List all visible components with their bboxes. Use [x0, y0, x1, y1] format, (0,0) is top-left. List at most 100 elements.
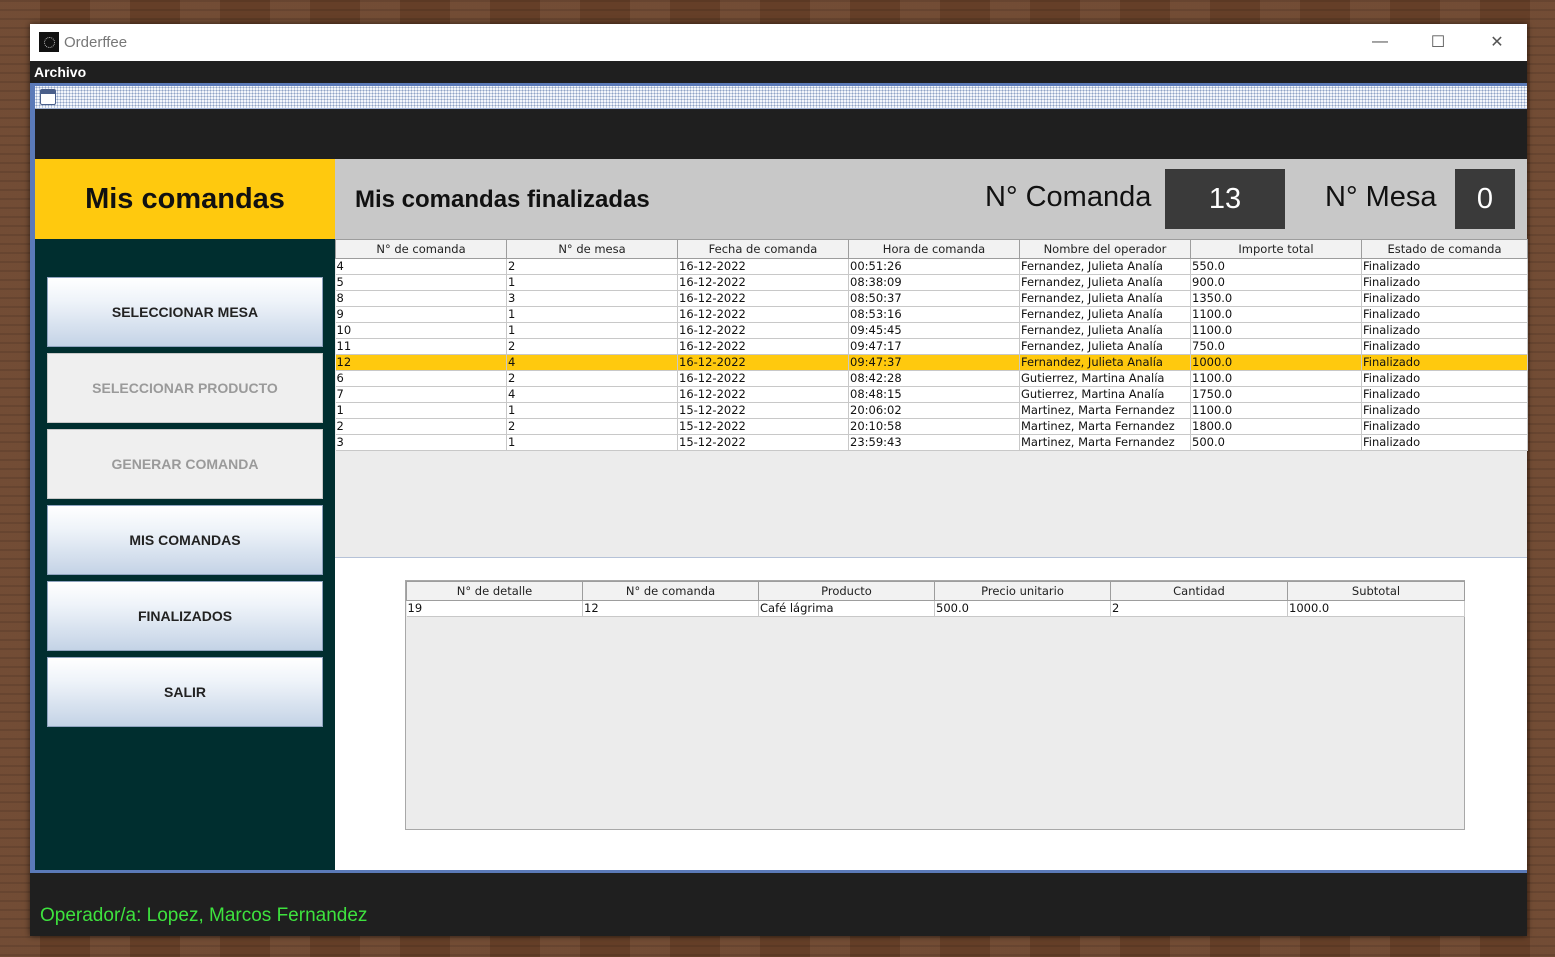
table-row[interactable]: 10 1 16-12-2022 09:45:45 Fernandez, Julieta … — [335, 322, 1528, 339]
select-table-button[interactable]: SELECCIONAR MESA — [47, 277, 323, 347]
table-cell[interactable]: 1 — [506, 274, 678, 291]
table-row[interactable]: 1 1 15-12-2022 20:06:02 Martinez, Marta Fern… — [335, 402, 1528, 419]
table-cell[interactable]: 3 — [335, 434, 507, 451]
table-cell[interactable]: 12 — [335, 354, 507, 371]
my-orders-button[interactable]: MIS COMANDAS — [47, 505, 323, 575]
table-cell[interactable]: 19 — [406, 600, 583, 617]
table-cell[interactable]: 08:38:09 — [848, 274, 1020, 291]
table-cell[interactable]: 08:53:16 — [848, 306, 1020, 323]
table-cell[interactable]: 1100.0 — [1190, 306, 1362, 323]
table-cell[interactable]: 1 — [506, 306, 678, 323]
table-cell[interactable]: 3 — [506, 290, 678, 307]
table-cell[interactable]: 550.0 — [1190, 258, 1362, 275]
details-column-header[interactable]: Cantidad — [1110, 581, 1288, 601]
table-cell[interactable]: Fernandez, Julieta Analía — [1019, 322, 1191, 339]
table-cell[interactable]: 1 — [506, 434, 678, 451]
table-cell[interactable]: 16-12-2022 — [677, 322, 849, 339]
table-cell[interactable]: 2 — [506, 338, 678, 355]
table-cell[interactable]: 23:59:43 — [848, 434, 1020, 451]
orders-column-header[interactable]: N° de comanda — [335, 239, 507, 259]
table-cell[interactable]: Fernandez, Julieta Analía — [1019, 290, 1191, 307]
details-column-header[interactable]: Producto — [758, 581, 935, 601]
orders-column-header[interactable]: Importe total — [1190, 239, 1362, 259]
table-cell[interactable]: 15-12-2022 — [677, 434, 849, 451]
table-row[interactable]: 2 2 15-12-2022 20:10:58 Martinez, Marta Fern… — [335, 418, 1528, 435]
table-row[interactable]: 4 2 16-12-2022 00:51:26 Fernandez, Julieta A… — [335, 258, 1528, 275]
table-cell[interactable]: Finalizado — [1361, 418, 1528, 435]
table-cell[interactable]: 16-12-2022 — [677, 386, 849, 403]
table-cell[interactable]: 1350.0 — [1190, 290, 1362, 307]
table-cell[interactable]: 09:45:45 — [848, 322, 1020, 339]
table-cell[interactable]: Fernandez, Julieta Analía — [1019, 258, 1191, 275]
table-row[interactable]: 11 2 16-12-2022 09:47:17 Fernandez, Julieta … — [335, 338, 1528, 355]
menu-archivo[interactable]: Archivo — [34, 64, 86, 80]
internal-frame-title-bar[interactable] — [35, 86, 1527, 109]
table-row[interactable]: 3 1 15-12-2022 23:59:43 Martinez, Marta Fern… — [335, 434, 1528, 451]
table-cell[interactable]: 1 — [335, 402, 507, 419]
minimize-button[interactable]: — — [1355, 27, 1405, 57]
table-cell[interactable]: 6 — [335, 370, 507, 387]
table-cell[interactable]: 16-12-2022 — [677, 354, 849, 371]
table-cell[interactable]: Finalizado — [1361, 402, 1528, 419]
table-cell[interactable]: 2 — [506, 258, 678, 275]
table-cell[interactable]: 16-12-2022 — [677, 290, 849, 307]
exit-button[interactable]: SALIR — [47, 657, 323, 727]
close-button[interactable]: ✕ — [1472, 27, 1522, 57]
table-row[interactable]: 7 4 16-12-2022 08:48:15 Gutierrez, Martina A… — [335, 386, 1528, 403]
table-cell[interactable]: Finalizado — [1361, 338, 1528, 355]
details-column-header[interactable]: Precio unitario — [934, 581, 1111, 601]
table-cell[interactable]: 500.0 — [1190, 434, 1362, 451]
table-cell[interactable]: 900.0 — [1190, 274, 1362, 291]
table-row[interactable]: 12 4 16-12-2022 09:47:37 Fernandez, Julieta … — [335, 354, 1528, 371]
table-cell[interactable]: Finalizado — [1361, 370, 1528, 387]
table-cell[interactable]: Fernandez, Julieta Analía — [1019, 274, 1191, 291]
table-cell[interactable]: 16-12-2022 — [677, 370, 849, 387]
table-cell[interactable]: 7 — [335, 386, 507, 403]
table-cell[interactable]: 1 — [506, 402, 678, 419]
table-cell[interactable]: 500.0 — [934, 600, 1111, 617]
table-cell[interactable]: Finalizado — [1361, 290, 1528, 307]
table-cell[interactable]: 12 — [582, 600, 759, 617]
orders-column-header[interactable]: Nombre del operador — [1019, 239, 1191, 259]
maximize-button[interactable]: ☐ — [1413, 27, 1463, 57]
details-column-header[interactable]: N° de detalle — [406, 581, 583, 601]
table-cell[interactable]: 2 — [506, 370, 678, 387]
table-cell[interactable]: Martinez, Marta Fernandez — [1019, 418, 1191, 435]
table-cell[interactable]: 8 — [335, 290, 507, 307]
table-cell[interactable]: Fernandez, Julieta Analía — [1019, 354, 1191, 371]
details-column-header[interactable]: Subtotal — [1287, 581, 1465, 601]
table-cell[interactable]: 2 — [335, 418, 507, 435]
table-row[interactable]: 9 1 16-12-2022 08:53:16 Fernandez, Julieta A… — [335, 306, 1528, 323]
table-cell[interactable]: 08:42:28 — [848, 370, 1020, 387]
table-cell[interactable]: 4 — [506, 386, 678, 403]
orders-column-header[interactable]: N° de mesa — [506, 239, 678, 259]
table-row[interactable]: 6 2 16-12-2022 08:42:28 Gutierrez, Martina A… — [335, 370, 1528, 387]
table-cell[interactable]: 2 — [506, 418, 678, 435]
table-cell[interactable]: 11 — [335, 338, 507, 355]
table-cell[interactable]: 16-12-2022 — [677, 338, 849, 355]
table-cell[interactable]: Finalizado — [1361, 354, 1528, 371]
table-cell[interactable]: Finalizado — [1361, 274, 1528, 291]
table-cell[interactable]: 1000.0 — [1190, 354, 1362, 371]
table-cell[interactable]: 15-12-2022 — [677, 402, 849, 419]
table-cell[interactable]: 1 — [506, 322, 678, 339]
table-cell[interactable]: 1100.0 — [1190, 370, 1362, 387]
table-cell[interactable]: 5 — [335, 274, 507, 291]
table-row[interactable]: 8 3 16-12-2022 08:50:37 Fernandez, Julieta A… — [335, 290, 1528, 307]
table-cell[interactable]: Fernandez, Julieta Analía — [1019, 338, 1191, 355]
table-cell[interactable]: 08:50:37 — [848, 290, 1020, 307]
table-cell[interactable]: Finalizado — [1361, 386, 1528, 403]
table-cell[interactable]: Finalizado — [1361, 258, 1528, 275]
table-row[interactable]: 5 1 16-12-2022 08:38:09 Fernandez, Julieta A… — [335, 274, 1528, 291]
table-cell[interactable]: Café lágrima — [758, 600, 935, 617]
table-cell[interactable]: 9 — [335, 306, 507, 323]
table-cell[interactable]: 4 — [506, 354, 678, 371]
table-cell[interactable]: 20:06:02 — [848, 402, 1020, 419]
table-cell[interactable]: 1000.0 — [1287, 600, 1465, 617]
table-cell[interactable]: 750.0 — [1190, 338, 1362, 355]
table-row[interactable]: 19 12 Café lágrima 500.0 2 1000.0 — [406, 600, 1465, 617]
table-cell[interactable]: 20:10:58 — [848, 418, 1020, 435]
table-cell[interactable]: 16-12-2022 — [677, 306, 849, 323]
table-cell[interactable]: Finalizado — [1361, 306, 1528, 323]
table-cell[interactable]: Gutierrez, Martina Analía — [1019, 370, 1191, 387]
